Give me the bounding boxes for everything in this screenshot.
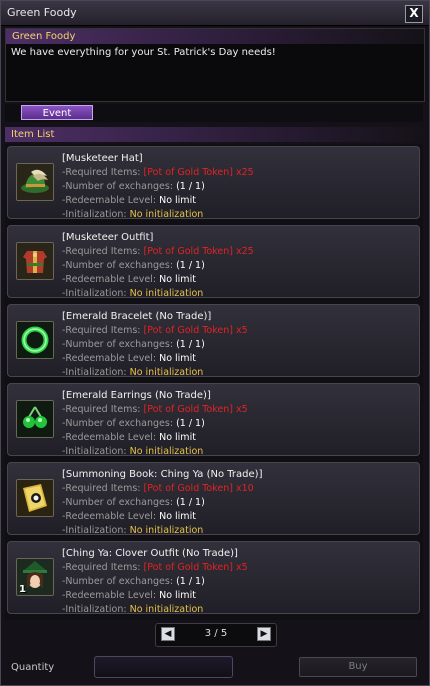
- item-musketeer-hat[interactable]: [Musketeer Hat] -Required Items: [Pot of…: [7, 146, 420, 222]
- item-list: [Musketeer Hat] -Required Items: [Pot of…: [5, 144, 423, 620]
- initialization-value: No initialization: [129, 288, 204, 299]
- item-details: [Musketeer Outfit] -Required Items: [Pot…: [62, 231, 254, 301]
- level-label: -Redeemable Level:: [62, 353, 157, 364]
- exchanges-value: (1 / 1): [176, 181, 205, 192]
- quantity-label: Quantity: [11, 662, 55, 673]
- required-items-value: [Pot of Gold Token] x5: [143, 562, 248, 573]
- initialization-label: -Initialization:: [62, 288, 127, 299]
- initialization-label: -Initialization:: [62, 209, 127, 220]
- exchanges-value: (1 / 1): [176, 497, 205, 508]
- item-details: [Musketeer Hat] -Required Items: [Pot of…: [62, 152, 254, 222]
- level-value: No limit: [159, 590, 196, 601]
- initialization-value: No initialization: [129, 446, 204, 457]
- item-details: [Ching Ya: Clover Outfit (No Trade)] -Re…: [62, 547, 248, 617]
- pagination: ◀ 3 / 5 ▶: [155, 623, 277, 647]
- npc-message: We have everything for your St. Patrick'…: [11, 47, 276, 58]
- required-items-label: -Required Items:: [62, 483, 141, 494]
- item-name: [Emerald Earrings (No Trade)]: [62, 390, 211, 401]
- required-items-label: -Required Items:: [62, 246, 141, 257]
- item-name: [Musketeer Hat]: [62, 153, 143, 164]
- item-details: [Emerald Earrings (No Trade)] -Required …: [62, 389, 248, 459]
- item-list-header: Item List: [5, 127, 423, 142]
- quantity-input[interactable]: [94, 656, 233, 678]
- footer: Quantity Buy: [1, 653, 429, 683]
- exchanges-label: -Number of exchanges:: [62, 418, 174, 429]
- window-title: Green Foody: [7, 6, 77, 19]
- exchanges-label: -Number of exchanges:: [62, 181, 174, 192]
- required-items-value: [Pot of Gold Token] x5: [143, 404, 248, 415]
- musketeer-hat-icon: [16, 163, 54, 201]
- item-name: [Emerald Bracelet (No Trade)]: [62, 311, 212, 322]
- required-items-label: -Required Items:: [62, 404, 141, 415]
- item-name: [Ching Ya: Clover Outfit (No Trade)]: [62, 548, 238, 559]
- item-quantity: 1: [19, 584, 26, 595]
- initialization-label: -Initialization:: [62, 446, 127, 457]
- required-items-value: [Pot of Gold Token] x10: [143, 483, 254, 494]
- emerald-earrings-icon: [16, 400, 54, 438]
- exchanges-label: -Number of exchanges:: [62, 497, 174, 508]
- exchange-window: Green Foody X Green Foody We have everyt…: [0, 0, 430, 686]
- item-summoning-book[interactable]: [Summoning Book: Ching Ya (No Trade)] -R…: [7, 462, 420, 538]
- item-emerald-earrings[interactable]: [Emerald Earrings (No Trade)] -Required …: [7, 383, 420, 459]
- required-items-value: [Pot of Gold Token] x25: [143, 167, 254, 178]
- exchanges-label: -Number of exchanges:: [62, 576, 174, 587]
- level-label: -Redeemable Level:: [62, 274, 157, 285]
- musketeer-outfit-icon: [16, 242, 54, 280]
- exchanges-value: (1 / 1): [176, 576, 205, 587]
- close-button[interactable]: X: [405, 5, 423, 23]
- level-label: -Redeemable Level:: [62, 195, 157, 206]
- exchanges-value: (1 / 1): [176, 260, 205, 271]
- item-clover-outfit[interactable]: 1 [Ching Ya: Clover Outfit (No Trade)] -…: [7, 541, 420, 617]
- item-name: [Musketeer Outfit]: [62, 232, 154, 243]
- initialization-value: No initialization: [129, 367, 204, 378]
- level-label: -Redeemable Level:: [62, 590, 157, 601]
- item-details: [Summoning Book: Ching Ya (No Trade)] -R…: [62, 468, 262, 538]
- required-items-label: -Required Items:: [62, 325, 141, 336]
- exchanges-value: (1 / 1): [176, 339, 205, 350]
- initialization-label: -Initialization:: [62, 604, 127, 615]
- item-musketeer-outfit[interactable]: [Musketeer Outfit] -Required Items: [Pot…: [7, 225, 420, 301]
- level-value: No limit: [159, 432, 196, 443]
- emerald-bracelet-icon: [16, 321, 54, 359]
- level-value: No limit: [159, 511, 196, 522]
- level-value: No limit: [159, 274, 196, 285]
- tab-event[interactable]: Event: [21, 105, 93, 120]
- initialization-value: No initialization: [129, 209, 204, 220]
- required-items-label: -Required Items:: [62, 562, 141, 573]
- initialization-label: -Initialization:: [62, 367, 127, 378]
- level-value: No limit: [159, 353, 196, 364]
- level-value: No limit: [159, 195, 196, 206]
- buy-button[interactable]: Buy: [299, 657, 417, 677]
- level-label: -Redeemable Level:: [62, 511, 157, 522]
- level-label: -Redeemable Level:: [62, 432, 157, 443]
- tab-bar: Event: [5, 104, 423, 122]
- item-details: [Emerald Bracelet (No Trade)] -Required …: [62, 310, 248, 380]
- title-bar[interactable]: Green Foody X: [1, 1, 429, 26]
- clover-outfit-icon: 1: [16, 558, 54, 596]
- initialization-value: No initialization: [129, 604, 204, 615]
- summoning-book-icon: [16, 479, 54, 517]
- item-name: [Summoning Book: Ching Ya (No Trade)]: [62, 469, 263, 480]
- required-items-value: [Pot of Gold Token] x5: [143, 325, 248, 336]
- initialization-value: No initialization: [129, 525, 204, 536]
- exchanges-value: (1 / 1): [176, 418, 205, 429]
- initialization-label: -Initialization:: [62, 525, 127, 536]
- exchanges-label: -Number of exchanges:: [62, 339, 174, 350]
- npc-dialog: Green Foody We have everything for your …: [5, 28, 425, 102]
- exchanges-label: -Number of exchanges:: [62, 260, 174, 271]
- required-items-label: -Required Items:: [62, 167, 141, 178]
- item-emerald-bracelet[interactable]: [Emerald Bracelet (No Trade)] -Required …: [7, 304, 420, 380]
- npc-name: Green Foody: [6, 29, 424, 44]
- required-items-value: [Pot of Gold Token] x25: [143, 246, 254, 257]
- next-page-button[interactable]: ▶: [257, 627, 271, 641]
